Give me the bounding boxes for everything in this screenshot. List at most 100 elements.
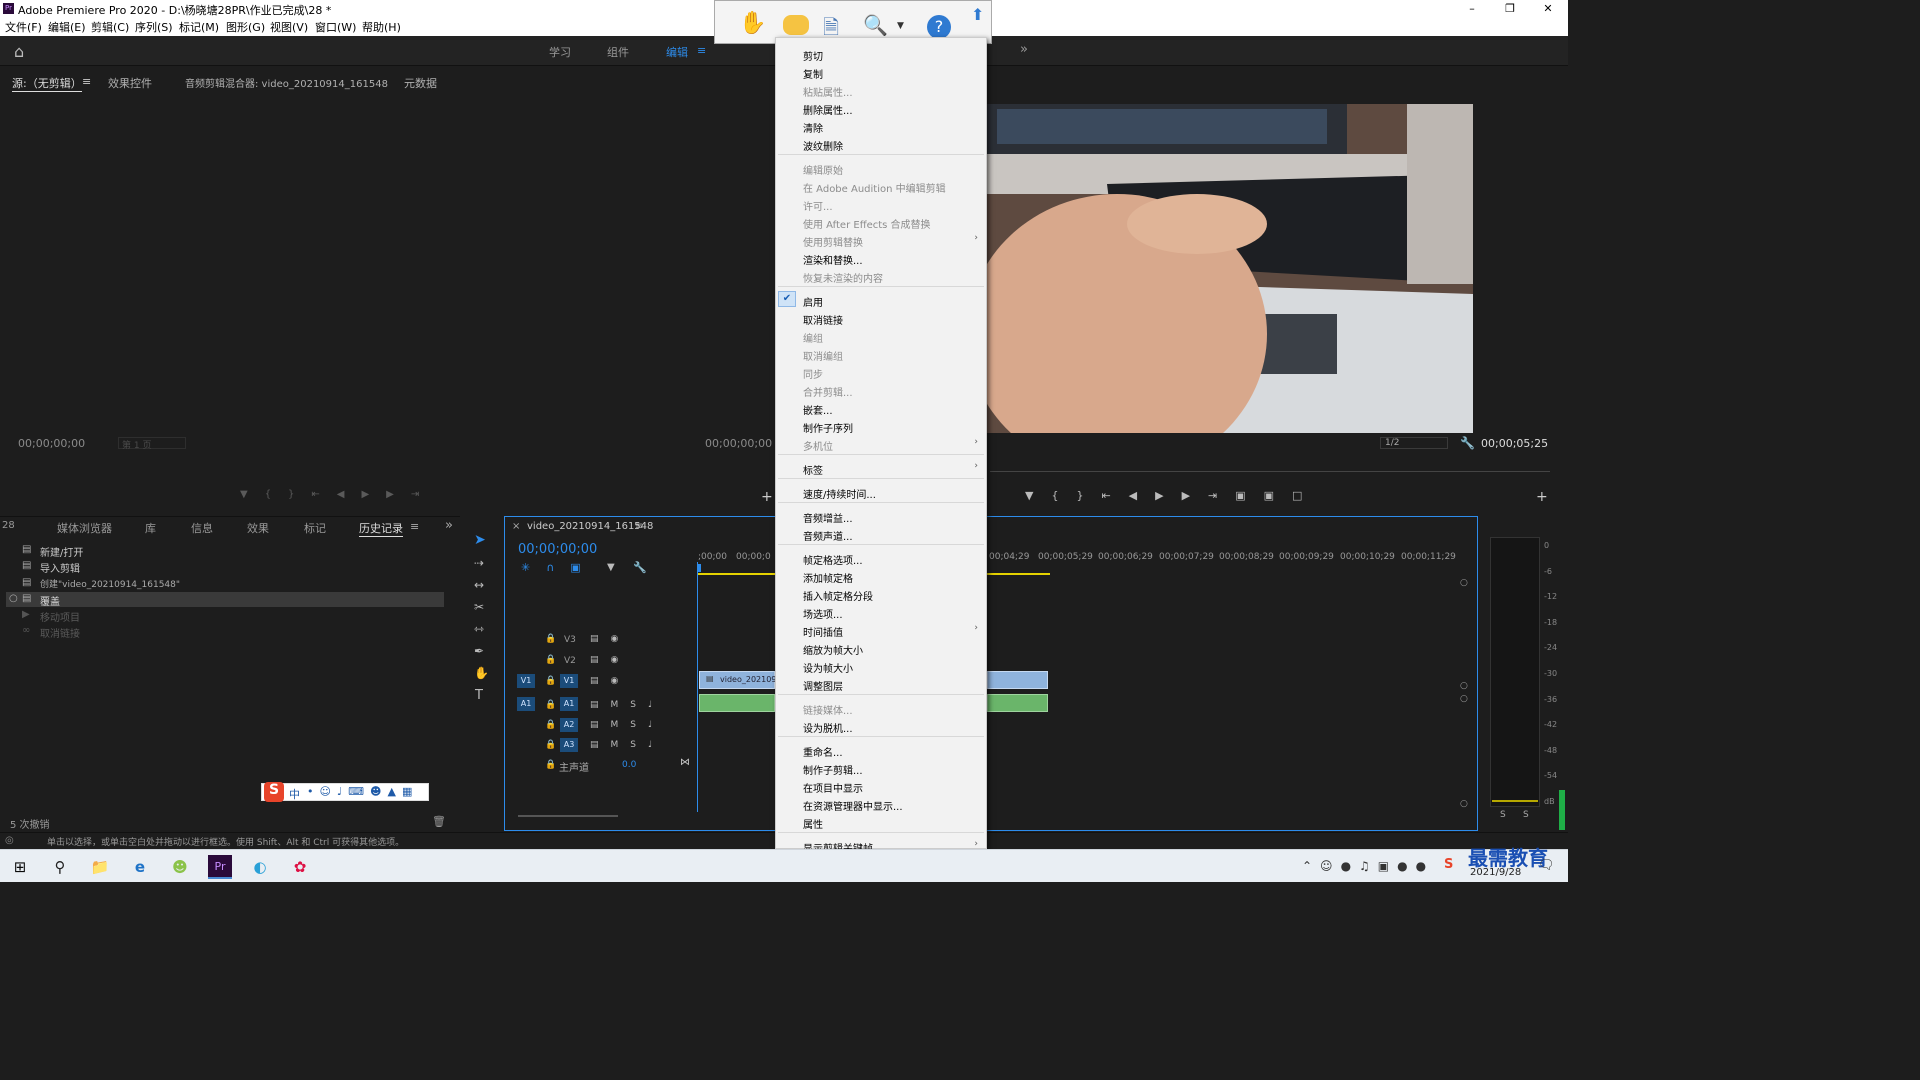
tab-library[interactable]: 库: [145, 520, 156, 536]
minimize-button[interactable]: –: [1452, 0, 1492, 17]
context-menu-item[interactable]: 在 Adobe Audition 中编辑剪辑: [776, 176, 986, 195]
track-select-tool-icon[interactable]: ⇢: [474, 556, 484, 570]
edge-icon[interactable]: e: [128, 855, 152, 879]
playhead[interactable]: [697, 562, 698, 812]
context-menu-item[interactable]: 音频声道...: [776, 524, 986, 543]
context-menu-item[interactable]: 编辑原始: [776, 158, 986, 177]
track-label-v1[interactable]: V1: [560, 674, 578, 688]
scroll-handle-icon[interactable]: ○: [1460, 681, 1468, 691]
tab-markers[interactable]: 标记: [304, 520, 326, 536]
menu-file[interactable]: 文件(F): [5, 19, 42, 35]
scroll-handle-icon[interactable]: ○: [1460, 799, 1468, 809]
collapse-up-icon[interactable]: ⬆: [971, 5, 984, 24]
workspace-menu-icon[interactable]: ≡: [697, 44, 706, 57]
context-menu-item[interactable]: 使用剪辑替换 ›: [776, 230, 986, 249]
context-menu-item[interactable]: 使用 After Effects 合成替换: [776, 212, 986, 231]
menu-window[interactable]: 窗口(W): [315, 19, 356, 35]
timeline-settings-icon[interactable]: 🔧: [633, 561, 647, 574]
track-a3-icons[interactable]: ▤MS♩: [590, 740, 664, 750]
selection-tool-icon[interactable]: ➤: [474, 532, 486, 548]
menu-sequence[interactable]: 序列(S): [135, 19, 173, 35]
more-workspaces-icon[interactable]: »: [1020, 42, 1028, 57]
type-tool-icon[interactable]: T: [475, 688, 483, 703]
lock-icon[interactable]: 🔒: [545, 676, 556, 686]
context-menu-item[interactable]: 取消编组: [776, 344, 986, 363]
workspace-learn[interactable]: 学习: [549, 44, 571, 60]
lock-icon[interactable]: 🔒: [545, 760, 556, 770]
menu-marker[interactable]: 标记(M): [179, 19, 219, 35]
source-add-button[interactable]: +: [761, 489, 773, 505]
context-menu-item[interactable]: 制作子剪辑...: [776, 758, 986, 777]
history-menu-icon[interactable]: ≡: [410, 520, 419, 533]
context-menu-item[interactable]: 设为帧大小: [776, 656, 986, 675]
track-label-a2[interactable]: A2: [560, 718, 578, 732]
lock-icon[interactable]: 🔒: [545, 700, 556, 710]
source-patch-v1[interactable]: V1: [517, 674, 535, 688]
history-selected-row[interactable]: [6, 592, 444, 607]
hand-tool-icon[interactable]: ✋: [474, 666, 489, 680]
context-menu-item[interactable]: 制作子序列: [776, 416, 986, 435]
razor-tool-icon[interactable]: ✂: [474, 600, 484, 614]
hand-icon[interactable]: ✋: [739, 11, 766, 36]
scroll-handle-icon[interactable]: ○: [1460, 694, 1468, 704]
ime-toolbar[interactable]: S 中 •☺♩⌨☻▲▦: [261, 782, 429, 802]
context-menu-item[interactable]: 重命名...: [776, 740, 986, 759]
close-sequence-icon[interactable]: ×: [512, 521, 520, 532]
browser-icon[interactable]: ◐: [248, 855, 272, 879]
context-menu-item[interactable]: 恢复未渲染的内容: [776, 266, 986, 285]
audio-clip-right[interactable]: [987, 694, 1048, 712]
close-button[interactable]: ✕: [1528, 0, 1568, 17]
lock-icon[interactable]: 🔒: [545, 634, 556, 644]
context-menu-item[interactable]: 插入帧定格分段: [776, 584, 986, 603]
home-icon[interactable]: ⌂: [14, 42, 24, 61]
context-menu-item[interactable]: 渲染和替换...: [776, 248, 986, 267]
workspace-edit[interactable]: 编辑: [666, 44, 688, 60]
context-menu-item[interactable]: 嵌套...: [776, 398, 986, 417]
panel-more-icon[interactable]: »: [445, 518, 453, 533]
tab-effect-controls[interactable]: 效果控件: [108, 75, 152, 91]
history-item[interactable]: 取消链接: [40, 625, 80, 640]
context-menu-item[interactable]: 缩放为帧大小: [776, 638, 986, 657]
lock-icon[interactable]: 🔒: [545, 655, 556, 665]
context-menu-item[interactable]: 场选项...: [776, 602, 986, 621]
track-label-v2[interactable]: V2: [564, 656, 576, 666]
program-ruler[interactable]: [990, 462, 1550, 472]
track-a1-icons[interactable]: ▤MS♩: [590, 700, 664, 710]
track-label-a1[interactable]: A1: [560, 697, 578, 711]
pen-tool-icon[interactable]: ✒: [474, 644, 484, 658]
program-add-button[interactable]: +: [1536, 489, 1548, 505]
tab-history[interactable]: 历史记录: [359, 520, 403, 537]
premiere-taskbar-icon[interactable]: Pr: [208, 855, 232, 879]
context-menu-item[interactable]: 在项目中显示: [776, 776, 986, 795]
context-menu-item[interactable]: 剪切: [776, 44, 986, 63]
track-v3-icons[interactable]: ▤◉: [590, 634, 630, 644]
search-icon[interactable]: ⚲: [48, 855, 72, 879]
help-icon[interactable]: ?: [927, 15, 951, 39]
system-tray-icons[interactable]: ⌃☺●♫▣●●: [1302, 859, 1434, 873]
context-menu-item[interactable]: 帧定格选项...: [776, 548, 986, 567]
context-menu-item[interactable]: ✔ 启用: [776, 290, 986, 309]
audio-clip[interactable]: [699, 694, 775, 712]
track-v1-icons[interactable]: ▤◉: [590, 676, 630, 686]
dropdown-icon[interactable]: ▼: [897, 21, 904, 31]
search-doc-icon[interactable]: 🔍: [863, 13, 888, 37]
wrench-icon[interactable]: 🔧: [1460, 436, 1475, 450]
source-menu-icon[interactable]: ≡: [82, 75, 91, 88]
file-explorer-icon[interactable]: 📁: [88, 855, 112, 879]
history-item[interactable]: 导入剪辑: [40, 560, 80, 575]
menu-clip[interactable]: 剪辑(C): [91, 19, 129, 35]
notification-icon[interactable]: 🗨: [1538, 858, 1555, 873]
video-clip[interactable]: ▤ video_2021091: [699, 671, 781, 689]
context-menu-item[interactable]: 速度/持续时间...: [776, 482, 986, 501]
menu-help[interactable]: 帮助(H): [362, 19, 401, 35]
playhead-handle[interactable]: [697, 564, 701, 572]
context-menu-item[interactable]: 删除属性...: [776, 98, 986, 117]
history-item[interactable]: 移动项目: [40, 609, 80, 624]
menu-view[interactable]: 视图(V): [270, 19, 308, 35]
ime-tool-icons[interactable]: •☺♩⌨☻▲▦: [307, 785, 418, 798]
resolution-select[interactable]: 1/2: [1380, 437, 1448, 449]
sogou-tray-icon[interactable]: S: [1444, 857, 1453, 872]
context-menu-item[interactable]: 复制: [776, 62, 986, 81]
history-item[interactable]: 创建"video_20210914_161548": [40, 577, 180, 590]
scroll-handle-icon[interactable]: ○: [1460, 578, 1468, 588]
